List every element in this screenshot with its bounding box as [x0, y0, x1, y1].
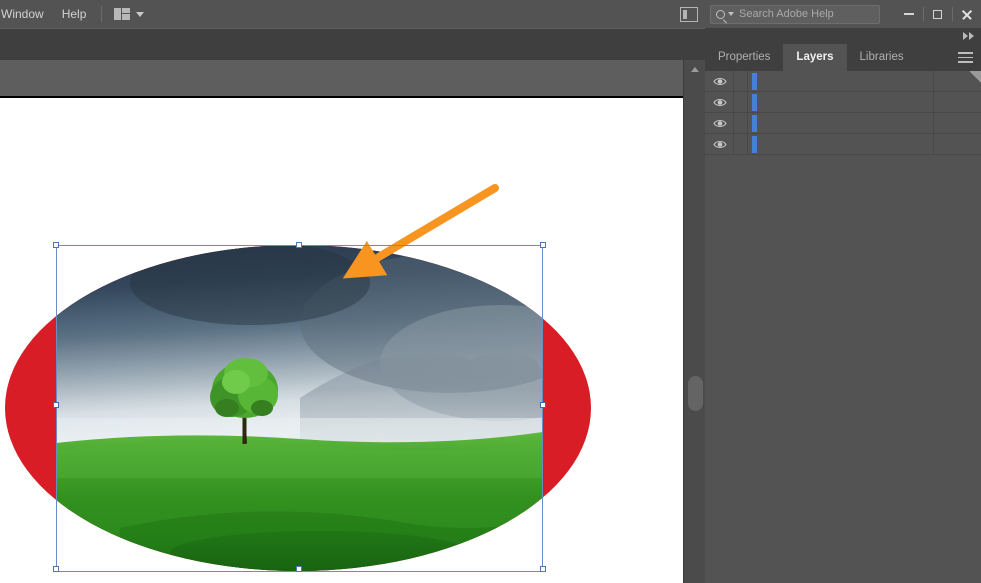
- eye-icon[interactable]: [713, 97, 727, 108]
- selection-handle-middle-right[interactable]: [540, 402, 546, 408]
- panel-tab-row: Properties Layers Libraries: [705, 44, 981, 71]
- canvas-vertical-scrollbar[interactable]: [683, 60, 705, 583]
- selection-handle-top-center[interactable]: [296, 242, 302, 248]
- menu-divider: [101, 6, 103, 22]
- selection-handle-bottom-right[interactable]: [540, 566, 546, 572]
- tab-layers[interactable]: Layers: [783, 44, 847, 71]
- selection-handle-bottom-left[interactable]: [53, 566, 59, 572]
- scrollbar-thumb[interactable]: [688, 376, 703, 411]
- tab-properties[interactable]: Properties: [705, 44, 783, 71]
- tab-libraries[interactable]: Libraries: [847, 44, 917, 71]
- titlebar-right-controls: Search Adobe Help: [680, 0, 981, 28]
- selection-handle-top-right[interactable]: [540, 242, 546, 248]
- close-icon: [961, 9, 972, 20]
- minimize-icon: [903, 13, 914, 15]
- menu-help[interactable]: Help: [53, 0, 96, 28]
- right-panel-dock: Properties Layers Libraries: [705, 28, 981, 583]
- menu-bar: Window Help Search Adobe Help: [0, 0, 981, 28]
- layer-color-bar: [752, 136, 757, 153]
- scroll-up-button[interactable]: [684, 60, 706, 78]
- close-button[interactable]: [952, 0, 981, 28]
- layer-color-bar: [752, 94, 757, 111]
- layers-panel: Layer 1 <Clip Group>: [705, 71, 981, 583]
- table-row[interactable]: Layer 1: [705, 71, 981, 92]
- search-adobe-help-box[interactable]: Search Adobe Help: [710, 4, 880, 24]
- eye-icon[interactable]: [713, 139, 727, 150]
- document-tab-strip: [0, 60, 705, 96]
- table-row[interactable]: <Clip Group>: [705, 92, 981, 113]
- table-row[interactable]: <Ellipse>: [705, 113, 981, 134]
- search-input[interactable]: Search Adobe Help: [737, 8, 834, 20]
- window-controls: [894, 0, 981, 28]
- selection-handle-middle-left[interactable]: [53, 402, 59, 408]
- table-row[interactable]: <Image>: [705, 134, 981, 155]
- menu-window[interactable]: Window: [0, 0, 53, 28]
- eye-icon[interactable]: [713, 76, 727, 87]
- selection-handle-bottom-center[interactable]: [296, 566, 302, 572]
- clipped-landscape-image: [56, 245, 543, 571]
- layer-color-bar: [752, 115, 757, 132]
- arrange-documents-button[interactable]: [108, 3, 150, 25]
- maximize-button[interactable]: [923, 0, 952, 28]
- eye-icon[interactable]: [713, 118, 727, 129]
- chevron-down-icon: [728, 12, 734, 16]
- panel-menu-icon[interactable]: [958, 52, 973, 63]
- arrange-documents-icon: [114, 8, 131, 20]
- restore-icon: [933, 9, 942, 19]
- dock-header: [705, 28, 981, 44]
- application-window: Window Help Search Adobe Help Properties…: [0, 0, 981, 583]
- chevron-down-icon: [136, 11, 145, 17]
- layer-color-bar: [752, 73, 757, 90]
- artboard-canvas[interactable]: [0, 98, 683, 583]
- artwork-composition: [5, 184, 591, 571]
- orange-arrow-annotation: [342, 184, 499, 279]
- search-icon: [716, 9, 725, 19]
- minimize-button[interactable]: [894, 0, 923, 28]
- workspace-switcher-icon[interactable]: [680, 6, 698, 22]
- chevron-up-icon: [691, 66, 699, 72]
- selection-handle-top-left[interactable]: [53, 242, 59, 248]
- collapse-panels-icon[interactable]: [963, 32, 974, 40]
